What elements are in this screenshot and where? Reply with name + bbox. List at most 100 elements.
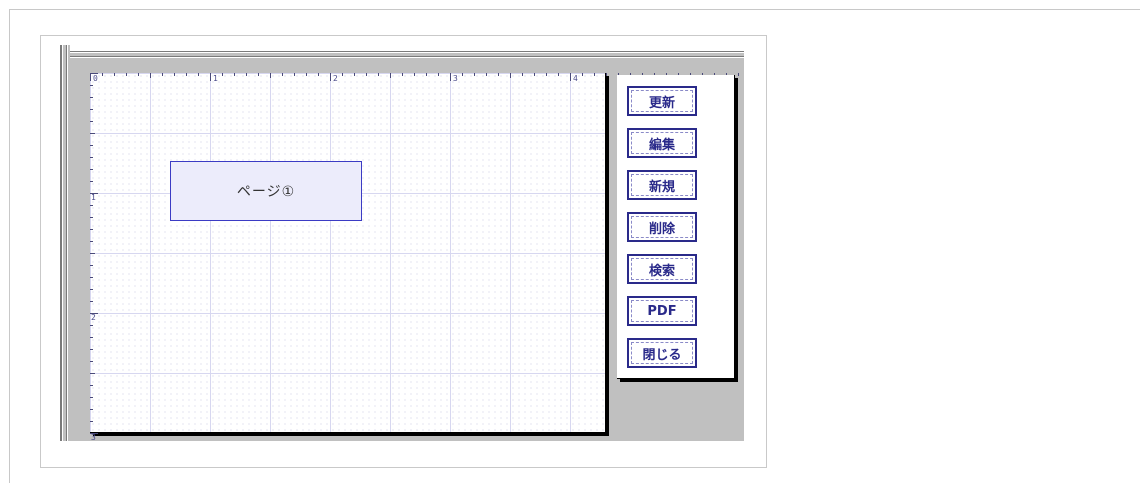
- ruler-tick: [570, 73, 571, 81]
- ruler-tick: [738, 73, 739, 76]
- search-button[interactable]: 検索: [627, 254, 697, 284]
- new-button[interactable]: 新規: [627, 170, 697, 200]
- ruler-tick: [606, 73, 607, 76]
- new-button-label: 新規: [648, 179, 675, 195]
- ruler-tick: [390, 73, 391, 78]
- ruler-tick: [510, 73, 511, 78]
- ruler-tick: [90, 121, 93, 122]
- ruler-tick: [90, 97, 93, 98]
- ruler-tick: [90, 85, 93, 86]
- ruler-tick: [222, 73, 223, 76]
- ruler-tick: [414, 73, 415, 76]
- ruler-label: 4: [573, 74, 578, 83]
- ruler-tick: [198, 73, 199, 76]
- button-panel: 更新 編集 新規 削除 検索 PDF 閉じる: [617, 75, 735, 379]
- ruler-tick: [594, 73, 595, 76]
- ruler-tick: [90, 109, 93, 110]
- ruler-tick: [90, 337, 93, 338]
- ruler-label: 2: [333, 74, 338, 83]
- ruler-tick: [162, 73, 163, 76]
- ruler-label: 3: [91, 433, 96, 442]
- ruler-tick: [90, 241, 93, 242]
- delete-button[interactable]: 削除: [627, 212, 697, 242]
- ruler-label: 1: [213, 74, 218, 83]
- ruler-tick: [522, 73, 523, 76]
- edit-button[interactable]: 編集: [627, 128, 697, 158]
- search-button-label: 検索: [648, 263, 675, 279]
- ruler-tick: [90, 181, 93, 182]
- vertical-ruler: 1 2 3: [90, 73, 100, 441]
- ruler-tick: [90, 145, 93, 146]
- ruler-tick: [90, 409, 93, 410]
- ruler-tick: [90, 373, 95, 374]
- ruler-tick: [114, 73, 115, 76]
- ruler-tick: [90, 421, 93, 422]
- ruler-tick: [450, 73, 451, 81]
- edit-button-label: 編集: [648, 137, 675, 153]
- report-designer-canvas: ページ① 012345 123 更新 編集 新規 削除 検索 PDF 閉じる: [60, 45, 744, 441]
- ruler-tick: [486, 73, 487, 76]
- ruler-tick: [90, 73, 98, 74]
- ruler-tick: [306, 73, 307, 76]
- ruler-tick: [126, 73, 127, 76]
- ruler-tick: [462, 73, 463, 76]
- ruler-tick: [366, 73, 367, 76]
- ruler-tick: [90, 169, 93, 170]
- design-page[interactable]: ページ①: [90, 73, 606, 433]
- page-label-box[interactable]: ページ①: [170, 161, 362, 221]
- canvas-top-bevel: [70, 51, 744, 61]
- ruler-tick: [318, 73, 319, 76]
- update-button-label: 更新: [648, 95, 675, 111]
- ruler-tick: [378, 73, 379, 76]
- ruler-tick: [234, 73, 235, 76]
- delete-button-label: 削除: [648, 221, 675, 237]
- close-button-label: 閉じる: [642, 347, 682, 363]
- ruler-tick: [90, 385, 93, 386]
- ruler-tick: [282, 73, 283, 76]
- ruler-tick: [534, 73, 535, 76]
- ruler-tick: [90, 277, 93, 278]
- ruler-tick: [90, 325, 93, 326]
- ruler-tick: [342, 73, 343, 76]
- ruler-tick: [582, 73, 583, 76]
- ruler-tick: [90, 265, 93, 266]
- ruler-tick: [474, 73, 475, 76]
- canvas-left-bevel: [60, 45, 70, 441]
- ruler-tick: [90, 361, 93, 362]
- ruler-tick: [90, 397, 93, 398]
- ruler-tick: [90, 253, 95, 254]
- ruler-tick: [90, 205, 93, 206]
- ruler-tick: [102, 73, 103, 76]
- ruler-tick: [210, 73, 211, 81]
- ruler-tick: [246, 73, 247, 76]
- ruler-label: 1: [91, 193, 96, 202]
- ruler-tick: [174, 73, 175, 76]
- ruler-tick: [90, 301, 93, 302]
- ruler-tick: [330, 73, 331, 81]
- pdf-button[interactable]: PDF: [627, 296, 697, 326]
- update-button[interactable]: 更新: [627, 86, 697, 116]
- ruler-tick: [150, 73, 151, 78]
- ruler-tick: [426, 73, 427, 76]
- ruler-tick: [438, 73, 439, 76]
- ruler-tick: [138, 73, 139, 76]
- ruler-tick: [558, 73, 559, 76]
- ruler-label: 2: [91, 313, 96, 322]
- ruler-tick: [498, 73, 499, 76]
- ruler-tick: [186, 73, 187, 76]
- ruler-tick: [546, 73, 547, 76]
- ruler-tick: [258, 73, 259, 76]
- ruler-tick: [294, 73, 295, 76]
- ruler-tick: [270, 73, 271, 78]
- ruler-tick: [354, 73, 355, 76]
- ruler-tick: [90, 157, 93, 158]
- page-label: ページ①: [236, 184, 296, 200]
- ruler-tick: [402, 73, 403, 76]
- ruler-tick: [90, 133, 95, 134]
- ruler-tick: [90, 229, 93, 230]
- ruler-tick: [90, 349, 93, 350]
- ruler-tick: [90, 217, 93, 218]
- ruler-tick: [90, 289, 93, 290]
- ruler-label: 3: [453, 74, 458, 83]
- close-button[interactable]: 閉じる: [627, 338, 697, 368]
